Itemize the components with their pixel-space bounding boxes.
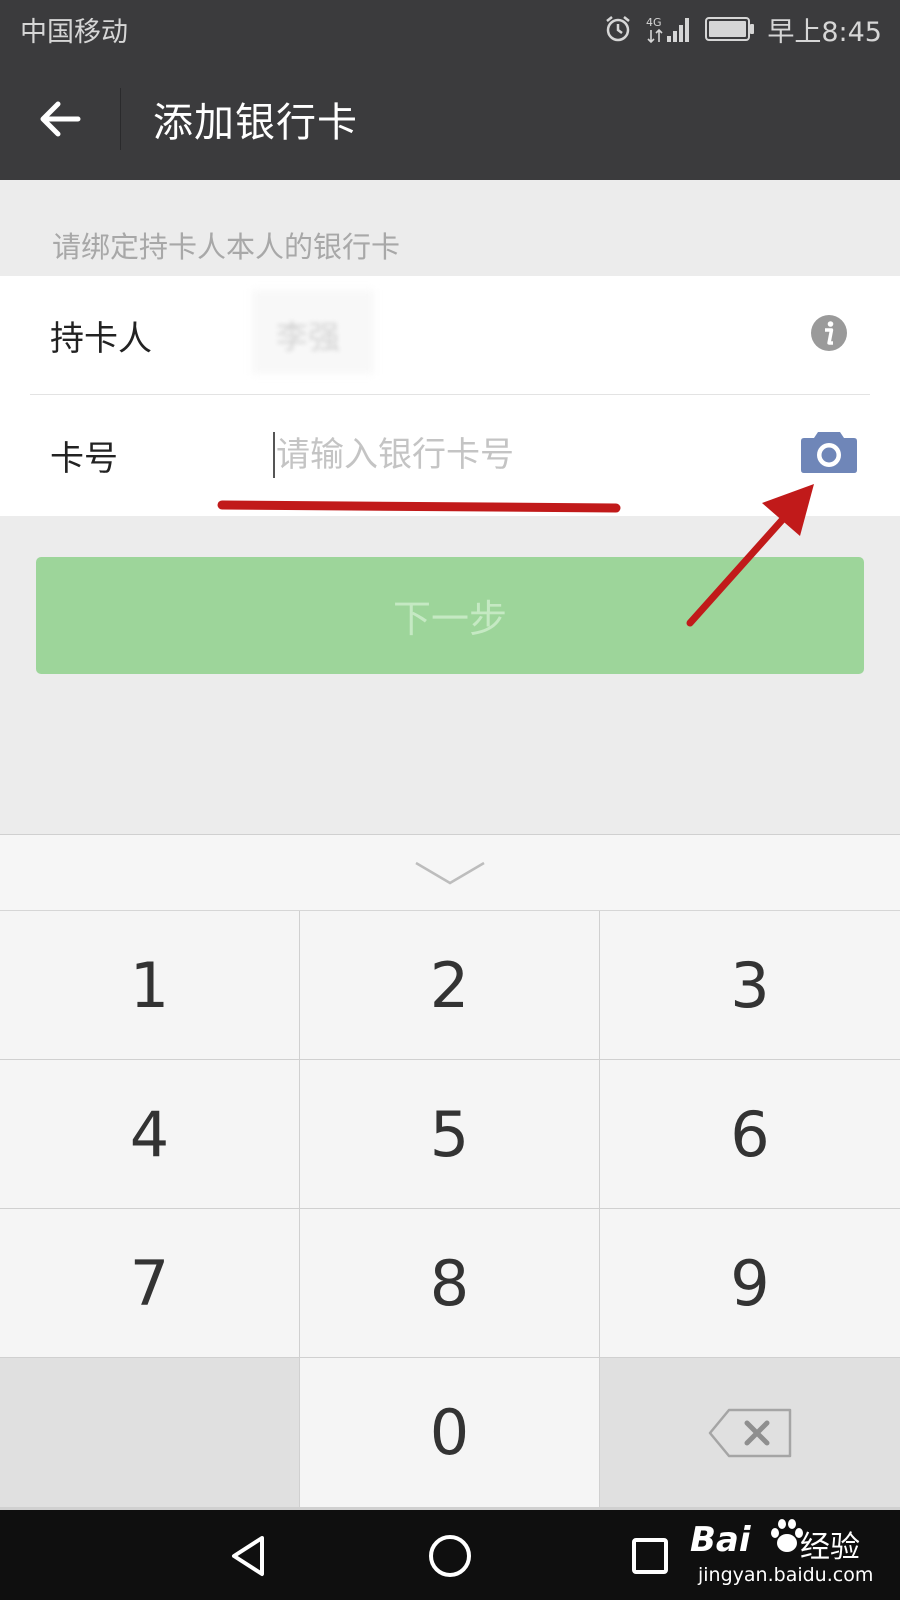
key-9[interactable]: 9 bbox=[600, 1209, 900, 1357]
alarm-icon bbox=[606, 16, 631, 42]
title-bar: 添加银行卡 bbox=[0, 58, 900, 180]
status-indicators: 4G 早上8:45 bbox=[603, 10, 882, 49]
key-4[interactable]: 4 bbox=[0, 1060, 299, 1208]
card-holder-value: 李强 bbox=[276, 318, 341, 356]
key-0[interactable]: 0 bbox=[300, 1358, 599, 1507]
backspace-key[interactable] bbox=[600, 1358, 900, 1507]
key-1[interactable]: 1 bbox=[0, 911, 299, 1059]
chevron-down-icon bbox=[415, 861, 485, 884]
key-8[interactable]: 8 bbox=[300, 1209, 599, 1357]
info-icon[interactable] bbox=[810, 314, 848, 352]
keypad: 1 2 3 4 5 6 7 8 9 0 bbox=[0, 911, 900, 1510]
key-6[interactable]: 6 bbox=[600, 1060, 900, 1208]
key-3[interactable]: 3 bbox=[600, 911, 900, 1059]
carrier-name: 中国移动 bbox=[20, 16, 128, 48]
square-recent-icon[interactable] bbox=[622, 1528, 678, 1584]
page-title: 添加银行卡 bbox=[153, 100, 358, 146]
title-divider bbox=[120, 88, 121, 150]
numeric-keyboard: 1 2 3 4 5 6 7 8 9 0 bbox=[0, 834, 900, 1510]
system-nav-bar: Bai 经验 jingyan.baidu.com bbox=[0, 1510, 900, 1600]
card-number-row: 卡号 bbox=[0, 396, 900, 514]
card-number-input[interactable] bbox=[276, 430, 756, 480]
signal-icon: 4G bbox=[646, 16, 690, 44]
card-holder-label: 持卡人 bbox=[50, 318, 152, 359]
camera-icon[interactable] bbox=[800, 428, 858, 474]
key-7[interactable]: 7 bbox=[0, 1209, 299, 1357]
watermark-url: jingyan.baidu.com bbox=[698, 1564, 874, 1586]
bank-card-form: 持卡人 李强 卡号 bbox=[0, 276, 900, 516]
row-divider bbox=[30, 394, 870, 395]
triangle-back-icon[interactable] bbox=[222, 1528, 278, 1584]
keyboard-collapse-button[interactable] bbox=[0, 834, 900, 910]
clock: 早上8:45 bbox=[767, 16, 882, 48]
status-bar: 中国移动 4G 早上8:45 bbox=[0, 0, 900, 58]
battery-icon bbox=[705, 17, 755, 41]
text-cursor bbox=[273, 432, 275, 478]
next-step-button[interactable]: 下一步 bbox=[36, 557, 864, 674]
card-number-label: 卡号 bbox=[50, 438, 118, 479]
card-holder-row: 持卡人 李强 bbox=[0, 276, 900, 394]
section-hint: 请绑定持卡人本人的银行卡 bbox=[52, 230, 401, 264]
baidu-jingyan-watermark: Bai 经验 jingyan.baidu.com bbox=[690, 1516, 890, 1596]
watermark-logo: Bai bbox=[690, 1520, 751, 1560]
key-5[interactable]: 5 bbox=[300, 1060, 599, 1208]
backspace-icon bbox=[708, 1408, 792, 1457]
watermark-name: 经验 bbox=[800, 1530, 860, 1565]
circle-home-icon[interactable] bbox=[422, 1528, 478, 1584]
key-2[interactable]: 2 bbox=[300, 911, 599, 1059]
key-blank bbox=[0, 1358, 299, 1507]
back-button[interactable] bbox=[0, 58, 120, 180]
arrow-left-icon bbox=[40, 101, 81, 137]
network-type: 4G bbox=[646, 16, 662, 29]
